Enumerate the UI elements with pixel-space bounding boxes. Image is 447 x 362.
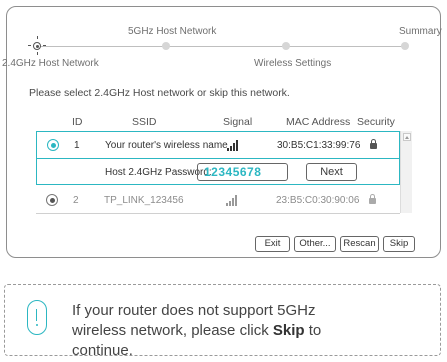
other-button[interactable]: Other... [294,236,336,252]
radio-unselected-icon[interactable] [46,194,58,206]
row-divider [36,213,400,214]
step-label-wireless-settings: Wireless Settings [254,58,332,69]
step-label-5ghz: 5GHz Host Network [128,26,217,37]
password-input[interactable]: 12345678 [197,163,288,181]
scroll-up-arrow-icon[interactable] [403,133,411,141]
step-indicator-icon [162,42,170,50]
password-row: Host 2.4GHz Password: 12345678 Next [36,158,400,185]
exit-button[interactable]: Exit [255,236,290,252]
lock-icon [370,139,377,149]
step-indicator-active-icon [33,42,41,50]
step-label-summary: Summary [399,26,442,37]
step-ray [28,45,31,46]
row-id: 2 [73,195,79,206]
lock-icon [369,194,376,204]
row-ssid: TP_LINK_123456 [104,195,184,206]
radio-selected-icon[interactable] [47,139,59,151]
column-header-ssid: SSID [132,116,157,128]
column-header-mac: MAC Address [286,116,351,128]
step-indicator-icon [282,42,290,50]
rescan-button[interactable]: Rescan [340,236,379,252]
row-ssid: Your router's wireless name [105,140,228,151]
signal-icon [227,138,241,151]
row-id: 1 [74,140,80,151]
row-mac: 30:B5:C1:33:99:76 [277,140,361,151]
column-header-id: ID [72,116,83,128]
skip-button[interactable]: Skip [383,236,415,252]
row-mac: 23:B5:C0:30:90:06 [276,195,360,206]
table-row[interactable]: 2 TP_LINK_123456 23:B5:C0:30:90:06 [36,187,400,213]
table-row-selected[interactable]: 1 Your router's wireless name 30:B5:C1:3… [36,131,400,158]
scrollbar[interactable] [400,131,412,213]
step-ray [43,45,46,46]
step-label-24ghz: 2.4GHz Host Network [2,58,99,69]
password-label: Host 2.4GHz Password: [105,167,212,178]
column-header-security: Security [357,116,395,128]
step-indicator-icon [401,42,409,50]
column-header-signal: Signal [223,116,253,128]
progress-line [33,46,405,47]
instruction-text: Please select 2.4GHz Host network or ski… [29,87,290,99]
info-icon [27,300,47,335]
signal-icon [226,193,240,206]
skip-word: Skip [272,322,305,339]
note-text: If your router does not support 5GHz wir… [72,302,322,359]
next-button[interactable]: Next [306,163,357,181]
step-ray [36,36,38,39]
step-ray [36,52,38,55]
